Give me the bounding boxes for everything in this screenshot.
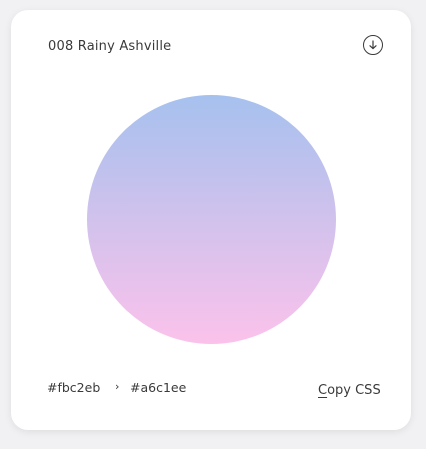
copy-css-underlined-letter: C	[318, 383, 328, 398]
to-color-code[interactable]: #a6c1ee	[130, 380, 186, 395]
gradient-title: 008 Rainy Ashville	[48, 39, 172, 54]
arrow-separator: ›	[115, 380, 120, 393]
download-arrow-icon	[369, 40, 377, 50]
download-button[interactable]	[363, 35, 383, 55]
from-color-code[interactable]: #fbc2eb	[47, 380, 100, 395]
copy-css-label: opy CSS	[327, 383, 381, 398]
gradient-card: 008 Rainy Ashville #fbc2eb › #a6c1ee Cop…	[11, 10, 411, 430]
gradient-preview-circle	[87, 95, 336, 344]
copy-css-button[interactable]: Copy CSS	[318, 383, 381, 398]
